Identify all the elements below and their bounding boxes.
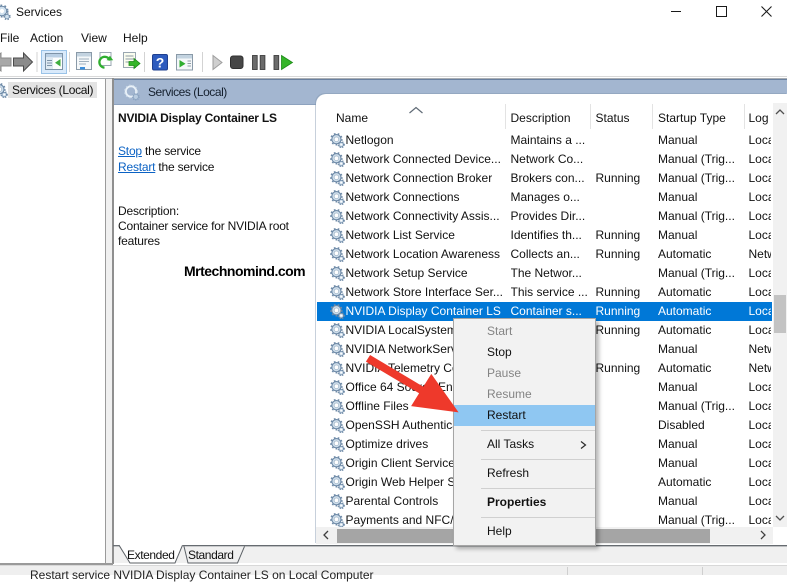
svg-text:?: ? xyxy=(156,55,165,71)
